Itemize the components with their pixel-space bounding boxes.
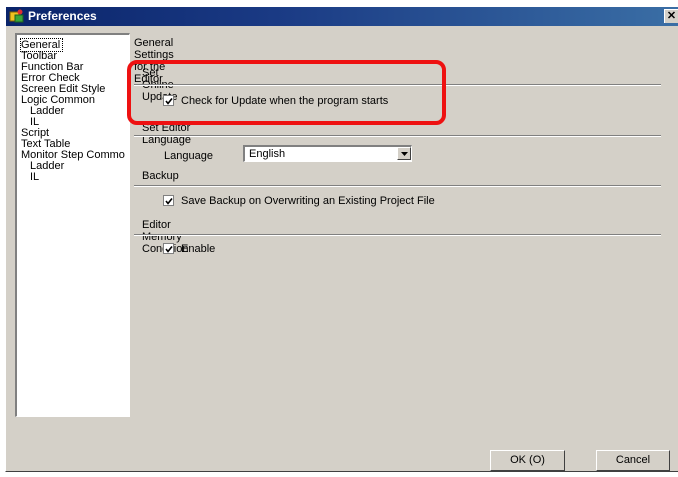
checkmark-icon bbox=[165, 198, 173, 205]
separator bbox=[134, 185, 661, 187]
tree-item-monitor-il[interactable]: IL bbox=[30, 171, 39, 183]
backup-label: Save Backup on Overwriting an Existing P… bbox=[181, 195, 435, 207]
highlight-annotation bbox=[127, 60, 446, 125]
category-tree[interactable]: General Toolbar Function Bar Error Check… bbox=[15, 33, 130, 417]
close-button[interactable]: ✕ bbox=[664, 9, 678, 23]
title-bar[interactable]: Preferences ✕ bbox=[6, 7, 678, 26]
ok-button[interactable]: OK (O) bbox=[490, 450, 565, 471]
section-backup: Backup bbox=[142, 170, 179, 182]
chevron-down-icon bbox=[401, 152, 408, 156]
language-select[interactable]: English bbox=[243, 145, 412, 162]
checkmark-icon bbox=[165, 246, 173, 253]
section-editor-language: Set Editor Language bbox=[142, 122, 191, 146]
dropdown-button[interactable] bbox=[397, 147, 411, 160]
language-label: Language bbox=[164, 150, 213, 162]
enable-label: Enable bbox=[181, 243, 216, 255]
cancel-button[interactable]: Cancel bbox=[596, 450, 670, 471]
language-select-value: English bbox=[249, 148, 286, 160]
enable-checkbox[interactable] bbox=[163, 243, 174, 254]
window-title: Preferences bbox=[28, 9, 97, 23]
separator bbox=[134, 135, 661, 137]
separator bbox=[134, 234, 661, 236]
backup-checkbox[interactable] bbox=[163, 195, 174, 206]
app-icon bbox=[9, 9, 25, 24]
